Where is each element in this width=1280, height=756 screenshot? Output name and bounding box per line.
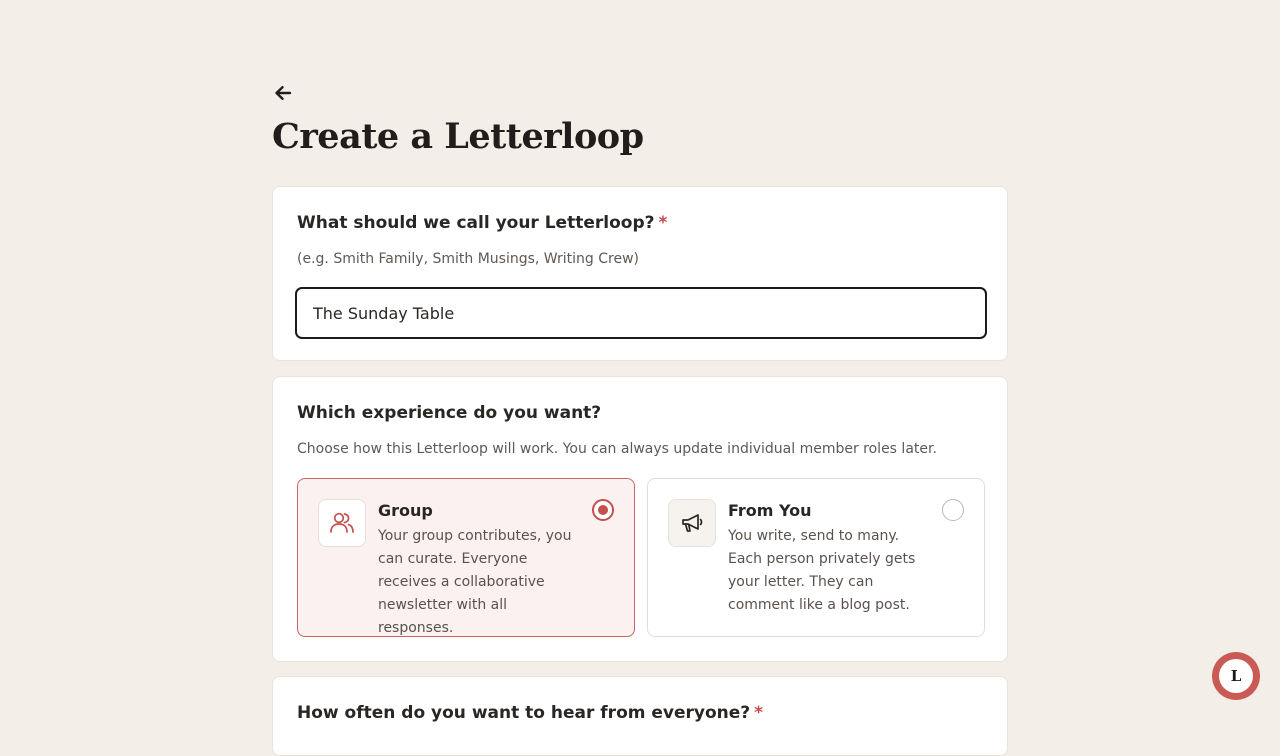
frequency-card: How often do you want to hear from every… bbox=[272, 676, 1008, 756]
option-group-title: Group bbox=[378, 501, 433, 520]
frequency-question: How often do you want to hear from every… bbox=[297, 703, 763, 723]
megaphone-icon bbox=[668, 499, 716, 547]
option-group-radio[interactable] bbox=[592, 499, 614, 521]
frequency-question-label: How often do you want to hear from every… bbox=[297, 703, 751, 723]
required-mark: * bbox=[658, 213, 668, 233]
page-title: Create a Letterloop bbox=[272, 116, 644, 157]
name-input-wrapper bbox=[295, 287, 987, 339]
experience-description: Choose how this Letterloop will work. Yo… bbox=[297, 441, 937, 457]
letterloop-logo: L bbox=[1219, 659, 1253, 693]
frequency-required-mark: * bbox=[754, 703, 764, 723]
option-from-you[interactable]: From You You write, send to many. Each p… bbox=[647, 478, 985, 637]
option-group-description: Your group contributes, you can curate. … bbox=[378, 528, 572, 636]
experience-card: Which experience do you want? Choose how… bbox=[272, 376, 1008, 662]
option-from-you-radio[interactable] bbox=[942, 499, 964, 521]
name-hint: (e.g. Smith Family, Smith Musings, Writi… bbox=[297, 251, 640, 267]
letterloop-help-button[interactable]: L bbox=[1212, 652, 1260, 700]
name-question-label: What should we call your Letterloop? bbox=[297, 213, 655, 233]
option-from-you-title: From You bbox=[728, 501, 812, 520]
users-icon bbox=[318, 499, 366, 547]
option-group[interactable]: Group Your group contributes, you can cu… bbox=[297, 478, 635, 637]
arrow-left-icon bbox=[275, 86, 292, 100]
name-card: What should we call your Letterloop? * (e… bbox=[272, 186, 1008, 361]
back-button[interactable] bbox=[272, 80, 294, 106]
experience-question: Which experience do you want? bbox=[297, 403, 602, 423]
name-question: What should we call your Letterloop? * bbox=[297, 213, 667, 233]
option-from-you-description: You write, send to many. Each person pri… bbox=[728, 528, 916, 613]
letterloop-name-input[interactable] bbox=[297, 289, 985, 337]
